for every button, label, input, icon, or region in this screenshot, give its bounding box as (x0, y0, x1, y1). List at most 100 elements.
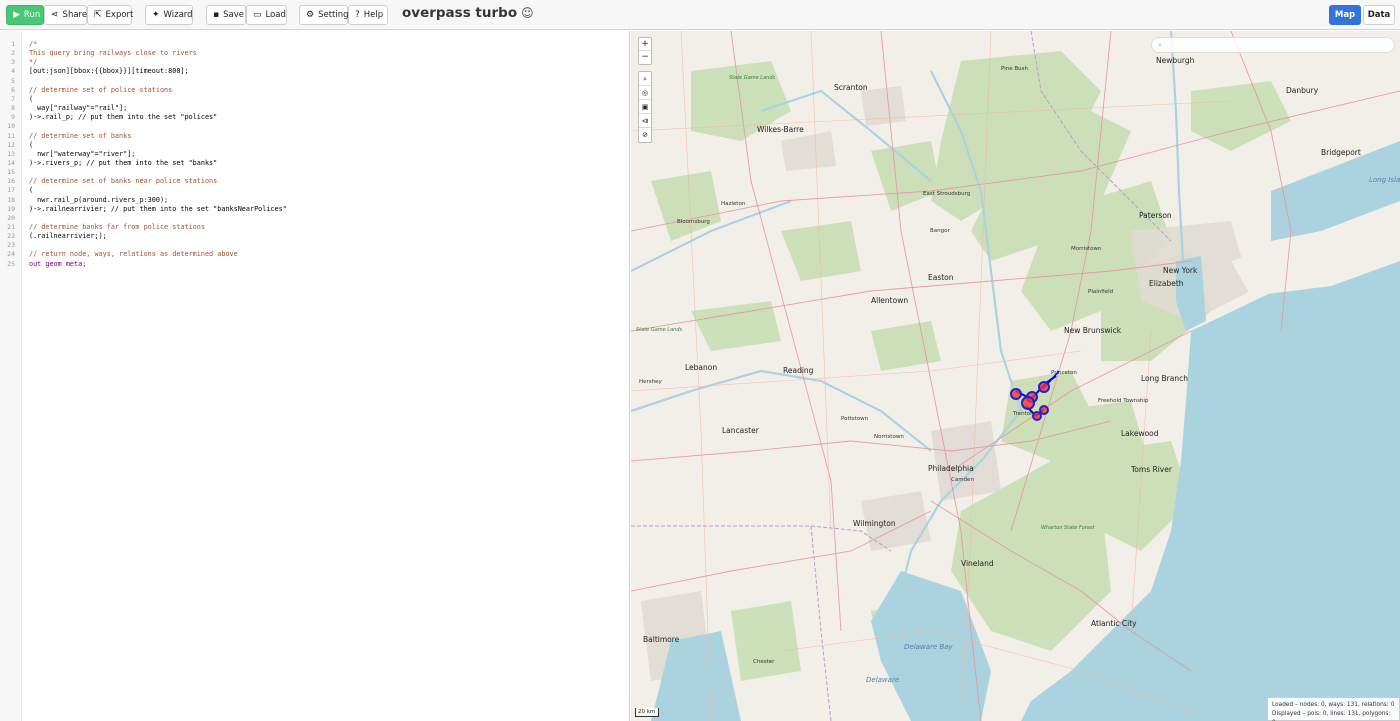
line-number: 4 (11, 67, 15, 76)
map-label: Easton (928, 273, 954, 282)
line-number: 22 (7, 232, 15, 241)
code-line[interactable]: /* (29, 40, 37, 48)
search-icon: ⌕ (1158, 40, 1162, 49)
play-icon: ▶ (13, 9, 20, 20)
code-line[interactable]: ( (29, 141, 33, 149)
map-label: Morristown (1071, 246, 1102, 252)
line-number: 17 (7, 186, 15, 195)
code-line[interactable]: // return node, ways, relations as deter… (29, 250, 238, 258)
map-label: Vineland (961, 559, 994, 568)
line-number: 9 (11, 113, 15, 122)
folder-icon: ▭ (253, 9, 262, 20)
zoom-control: + − (638, 37, 652, 65)
wizard-button[interactable]: ✦ Wizard (145, 5, 193, 25)
locate-me-icon[interactable]: ◎ (639, 86, 651, 100)
code-line[interactable]: // determine set of banks near police st… (29, 177, 217, 185)
share-icon: ⋖ (51, 9, 59, 20)
code-line[interactable]: This query bring railways close to river… (29, 49, 197, 57)
code-line[interactable]: nwr["waterway"="river"]; (29, 150, 135, 158)
map-label: Philadelphia (928, 464, 974, 473)
code-line[interactable]: // determine set of banks (29, 132, 131, 140)
line-number: 3 (11, 58, 15, 67)
map-label: Lakewood (1121, 429, 1159, 438)
code-line[interactable]: // determine set of police stations (29, 86, 172, 94)
map-label: Wilmington (853, 519, 896, 528)
map-label: Freehold Township (1098, 398, 1149, 404)
settings-button[interactable]: ⚙ Settings (299, 5, 353, 25)
tab-data[interactable]: Data (1363, 5, 1395, 25)
map-tools: ⌕ ◎ ▣ ⧏ ⊘ (638, 71, 652, 143)
code-line[interactable]: )->.railnearrivier; // put them into the… (29, 205, 287, 213)
code-line[interactable]: )->.rail_p; // put them into the set "po… (29, 113, 217, 121)
line-number: 2 (11, 49, 15, 58)
zoom-out-button[interactable]: − (639, 51, 651, 64)
code-line[interactable]: out geom meta; (29, 260, 86, 268)
tab-map[interactable]: Map (1329, 5, 1361, 25)
zoom-to-data-icon[interactable]: ⧏ (639, 114, 651, 128)
map-label: Bloomsburg (677, 219, 710, 225)
save-button[interactable]: ▪ Save (206, 5, 246, 25)
line-number: 1 (11, 40, 15, 48)
fullscreen-icon[interactable]: ▣ (639, 100, 651, 114)
code-line[interactable]: // determine banks far from police stati… (29, 223, 205, 231)
line-number-gutter: 1 2 3 4 5 6 7 8 9 10 11 12 13 14 15 16 17 18 19 20 21 22 23 24 2… (0, 31, 22, 721)
map-label: Wharton State Forest (1041, 525, 1095, 531)
line-number: 16 (7, 177, 15, 186)
toolbar: ▶ Run ⋖ Share ⇱ Export ✦ Wizard ▪ Save ▭… (0, 0, 1400, 30)
code-line[interactable]: nwr.rail_p(around.rivers_p:300); (29, 196, 168, 204)
code-line[interactable]: ( (29, 95, 33, 103)
data-stats-panel: Loaded – nodes: 0, ways: 131, relations:… (1267, 697, 1400, 721)
stats-displayed: Displayed – pois: 0, lines: 131, polygon… (1272, 711, 1391, 721)
map-search-box[interactable]: ⌕ (1151, 37, 1395, 53)
code-line[interactable]: */ (29, 58, 37, 66)
map-label: Lebanon (685, 363, 718, 372)
stats-loaded: Loaded – nodes: 0, ways: 131, relations:… (1272, 702, 1395, 708)
floppy-disk-icon: ▪ (213, 9, 220, 20)
query-editor[interactable]: 1 2 3 4 5 6 7 8 9 10 11 12 13 14 15 16 17 18 19 20 21 22 23 24 2… (0, 31, 630, 721)
map-label: Delaware Bay (904, 643, 953, 651)
map-label: Pottstown (841, 416, 869, 422)
map-label: Pine Bush (1001, 66, 1028, 72)
map-scale: 20 km (635, 708, 659, 717)
map-label: Hazleton (721, 201, 746, 207)
code-line[interactable]: ( (29, 186, 33, 194)
line-number: 12 (7, 140, 15, 149)
map-label: State Game Lands (636, 327, 683, 333)
map-label: Long Island Sound (1369, 176, 1400, 184)
map-label: Reading (783, 366, 814, 375)
line-number: 23 (7, 241, 15, 250)
export-button[interactable]: ⇱ Export (87, 5, 133, 25)
map-label: Bangor (930, 228, 950, 234)
share-button[interactable]: ⋖ Share (44, 5, 87, 25)
help-button[interactable]: ? Help (348, 5, 388, 25)
code-line[interactable]: way["railway"="rail"]; (29, 104, 127, 112)
map-label: Paterson (1139, 211, 1172, 220)
map-view[interactable]: Newburgh Scranton Wilkes-Barre Danbury B… (631, 31, 1400, 721)
line-number: 20 (7, 213, 15, 222)
hide-data-icon[interactable]: ⊘ (639, 128, 651, 142)
line-number: 19 (7, 204, 15, 213)
map-label: East Stroudsburg (923, 191, 971, 197)
line-number: 6 (11, 85, 15, 94)
line-number: 21 (7, 223, 15, 231)
map-label: New York (1163, 266, 1198, 275)
code-line[interactable]: [out:json][bbox:{{bbox}}][timeout:800]; (29, 67, 189, 75)
search-location-icon[interactable]: ⌕ (639, 72, 651, 86)
map-label: Danbury (1286, 86, 1319, 95)
map-label: Delaware (866, 676, 900, 684)
map-label: Wilkes-Barre (757, 125, 804, 134)
smiley-icon: ☺ (521, 6, 534, 20)
code-line[interactable]: (.railnearrivier;); (29, 232, 107, 240)
line-number: 25 (7, 259, 15, 268)
map-label: Plainfield (1088, 289, 1114, 295)
zoom-in-button[interactable]: + (639, 38, 651, 51)
line-number: 18 (7, 195, 15, 204)
map-label: Chester (753, 659, 775, 665)
load-button[interactable]: ▭ Load (246, 5, 287, 25)
map-label: Newburgh (1156, 56, 1195, 65)
map-label: Princeton (1051, 370, 1077, 376)
gear-icon: ⚙ (306, 9, 315, 20)
run-button[interactable]: ▶ Run (6, 5, 44, 25)
map-label: Camden (951, 477, 974, 483)
code-line[interactable]: )->.rivers_p; // put them into the set "… (29, 159, 217, 167)
